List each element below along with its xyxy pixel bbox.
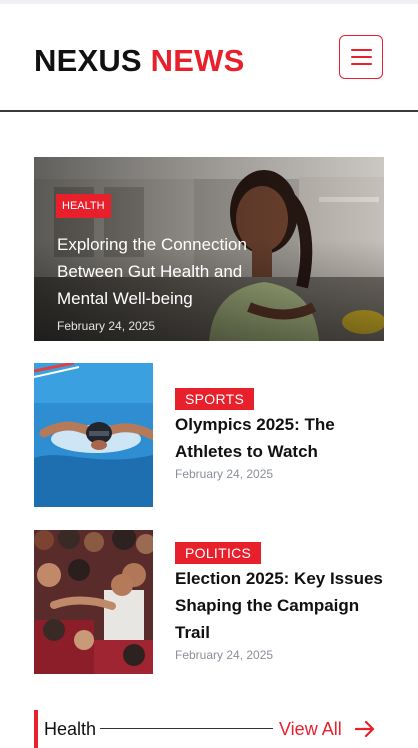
featured-title[interactable]: Exploring the Connection Between Gut Hea…	[57, 231, 287, 312]
featured-category-badge[interactable]: HEALTH	[56, 194, 111, 218]
category-badge-politics[interactable]: POLITICS	[175, 542, 262, 564]
article-thumbnail-sports[interactable]	[34, 363, 153, 507]
header-divider	[0, 110, 418, 112]
view-all-link[interactable]: View All	[279, 719, 342, 740]
section-header-health: Health View All	[34, 710, 384, 748]
logo-word-news: NEWS	[150, 43, 245, 78]
section-accent-bar	[34, 710, 38, 748]
site-logo[interactable]: NEXUS NEWS	[34, 42, 244, 80]
article-title-sports[interactable]: Olympics 2025: The Athletes to Watch	[175, 411, 385, 465]
article-card-politics[interactable]: POLITICS Election 2025: Key Issues Shapi…	[34, 530, 384, 674]
category-badge-sports[interactable]: SPORTS	[175, 388, 255, 410]
hamburger-menu-icon	[351, 49, 372, 51]
article-title-politics[interactable]: Election 2025: Key Issues Shaping the Ca…	[175, 565, 385, 646]
featured-article[interactable]: HEALTH Exploring the Connection Between …	[34, 157, 384, 341]
article-card-sports[interactable]: SPORTS Olympics 2025: The Athletes to Wa…	[34, 363, 384, 507]
article-date-sports: February 24, 2025	[175, 467, 274, 481]
section-title: Health	[44, 719, 97, 739]
article-thumbnail-politics[interactable]	[34, 530, 153, 674]
featured-date: February 24, 2025	[57, 319, 156, 333]
section-divider-line	[100, 728, 273, 729]
menu-button[interactable]	[339, 35, 383, 79]
logo-word-nexus: NEXUS	[34, 43, 142, 78]
site-header: NEXUS NEWS	[0, 4, 418, 110]
article-date-politics: February 24, 2025	[175, 648, 274, 662]
arrow-right-icon[interactable]	[355, 720, 375, 738]
